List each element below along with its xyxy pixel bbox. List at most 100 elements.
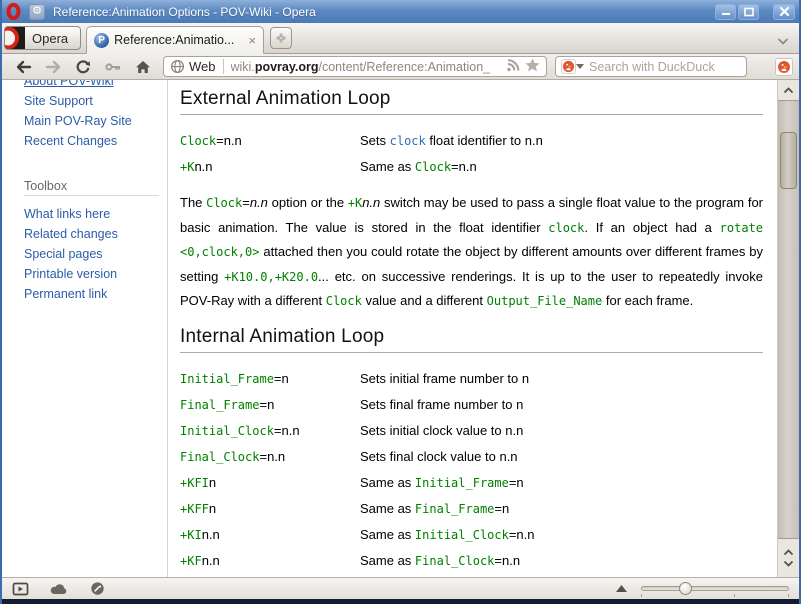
vertical-scrollbar[interactable]	[777, 80, 799, 577]
code-keyword: Initial_Frame	[180, 372, 274, 386]
zoom-tick	[788, 594, 789, 597]
text-run: Same as	[360, 159, 415, 174]
text-run: =n.n	[274, 423, 300, 438]
text-run: for each frame.	[602, 293, 693, 308]
option-term: +KIn.n	[180, 522, 360, 548]
option-description: Same as Final_Frame=n	[360, 496, 509, 522]
home-button[interactable]	[128, 60, 158, 74]
bookmark-star-icon[interactable]	[525, 58, 540, 75]
code-link[interactable]: clock	[390, 134, 426, 148]
tab-close-icon[interactable]: ×	[249, 34, 257, 47]
text-run: n.n	[194, 159, 212, 174]
sidebar-link-site-support[interactable]: Site Support	[2, 91, 167, 111]
option-term: Final_Clock=n.n	[180, 444, 360, 470]
sidebar-link-main-site[interactable]: Main POV-Ray Site	[2, 111, 167, 131]
sidebar-link-permanent-link[interactable]: Permanent link	[2, 284, 167, 304]
globe-icon	[170, 59, 185, 74]
back-button[interactable]	[8, 60, 38, 74]
reload-icon	[75, 59, 91, 75]
text-run: =n.n	[259, 449, 285, 464]
window-menu-icon[interactable]: ⚙	[29, 4, 45, 20]
text-run: =n	[509, 475, 524, 490]
option-description: Same as Initial_Frame=n	[360, 470, 524, 496]
opera-turbo-button[interactable]	[90, 581, 105, 596]
address-bar[interactable]: Web wiki.povray.org/content/Reference:An…	[163, 56, 547, 77]
maximize-button[interactable]	[738, 4, 759, 20]
reload-button[interactable]	[68, 59, 98, 75]
scrollbar-track[interactable]	[778, 100, 799, 539]
opera-menu-logo-icon	[5, 27, 25, 49]
page-viewport: About POV-Wiki Site Support Main POV-Ray…	[2, 80, 799, 577]
tab-list-chevron-icon[interactable]	[777, 38, 789, 45]
panel-toggle-button[interactable]	[12, 582, 29, 596]
minimize-button[interactable]	[715, 4, 736, 20]
sidebar-link-what-links-here[interactable]: What links here	[2, 204, 167, 224]
text-run: . If an object had a	[584, 220, 719, 235]
scrollbar-thumb[interactable]	[780, 132, 797, 189]
code-keyword: +K	[348, 196, 362, 210]
opera-logo-icon	[6, 3, 21, 20]
forward-button[interactable]	[38, 60, 68, 74]
new-tab-button[interactable]	[270, 27, 292, 49]
section-heading-internal-animation-loop: Internal Animation Loop	[180, 326, 763, 353]
option-description: Sets final frame number to n	[360, 392, 523, 418]
wiki-article: External Animation Loop Clock=n.n Sets c…	[168, 80, 777, 577]
sidebar-link-printable-version[interactable]: Printable version	[2, 264, 167, 284]
zoom-slider[interactable]	[641, 581, 789, 597]
code-keyword: +KF	[180, 554, 202, 568]
option-term: +Kn.n	[180, 154, 360, 180]
zoom-slider-track[interactable]	[641, 586, 789, 591]
definition-row: +KIn.n Same as Initial_Clock=n.n	[180, 522, 763, 548]
text-run: float identifier to n.n	[426, 133, 543, 148]
text-run: =n	[494, 501, 509, 516]
toolbox-header: Toolbox	[24, 177, 159, 196]
opera-menu-label: Opera	[32, 31, 68, 46]
text-run: =n.n	[451, 159, 477, 174]
option-description: Sets initial clock value to n.n	[360, 418, 523, 444]
text-run: The	[180, 195, 206, 210]
web-badge-label: Web	[189, 59, 216, 74]
sidebar-link-about[interactable]: About POV-Wiki	[2, 80, 167, 91]
definition-row: Final_Clock=n.n Sets final clock value t…	[180, 444, 763, 470]
code-keyword: +KFI	[180, 476, 209, 490]
active-tab[interactable]: P Reference:Animatio... ×	[86, 26, 264, 54]
scroll-down-icon[interactable]	[783, 560, 794, 567]
home-icon	[135, 60, 151, 74]
close-button[interactable]	[773, 4, 795, 20]
search-input[interactable]	[589, 60, 741, 74]
navigation-toolbar: Web wiki.povray.org/content/Reference:An…	[2, 54, 799, 80]
opera-unite-button[interactable]	[50, 583, 69, 595]
search-box[interactable]	[555, 56, 747, 77]
scroll-up-icon[interactable]	[783, 549, 794, 556]
scroll-up-icon	[783, 87, 794, 94]
definition-row: Initial_Frame=n Sets initial frame numbe…	[180, 366, 763, 392]
url-path: /content/Reference:Animation_	[318, 60, 490, 74]
text-run: Sets final frame number to n	[360, 397, 523, 412]
text-run: =n.n	[509, 527, 535, 542]
zoom-slider-handle[interactable]	[679, 582, 692, 595]
scroll-up-button[interactable]	[778, 80, 799, 100]
text-run: Same as	[360, 553, 415, 568]
duckduckgo-quick-icon[interactable]	[775, 58, 793, 76]
definition-row: +Kn.n Same as Clock=n.n	[180, 154, 763, 180]
fit-to-width-button[interactable]	[616, 585, 627, 592]
sidebar-link-recent-changes[interactable]: Recent Changes	[2, 131, 167, 151]
password-key-button[interactable]	[98, 61, 128, 73]
rss-feed-icon[interactable]	[506, 59, 520, 75]
opera-menu-button[interactable]: Opera	[4, 26, 81, 50]
search-engine-dropdown-icon[interactable]	[576, 64, 584, 69]
titlebar[interactable]: ⚙ Reference:Animation Options - POV-Wiki…	[2, 0, 799, 23]
text-run: =n	[259, 397, 274, 412]
definition-row: Initial_Clock=n.n Sets initial clock val…	[180, 418, 763, 444]
option-term: +KFFn	[180, 496, 360, 522]
text-run: value and a different	[362, 293, 487, 308]
sidebar-link-special-pages[interactable]: Special pages	[2, 244, 167, 264]
sidebar-link-related-changes[interactable]: Related changes	[2, 224, 167, 244]
web-badge-button[interactable]: Web	[170, 59, 216, 74]
url-text[interactable]: wiki.povray.org/content/Reference:Animat…	[231, 60, 502, 74]
code-keyword: +KI	[180, 528, 202, 542]
code-keyword: Initial_Frame	[415, 476, 509, 490]
maximize-icon	[743, 7, 755, 17]
text-run: n.n	[362, 195, 380, 210]
window-title: Reference:Animation Options - POV-Wiki -…	[53, 5, 316, 19]
